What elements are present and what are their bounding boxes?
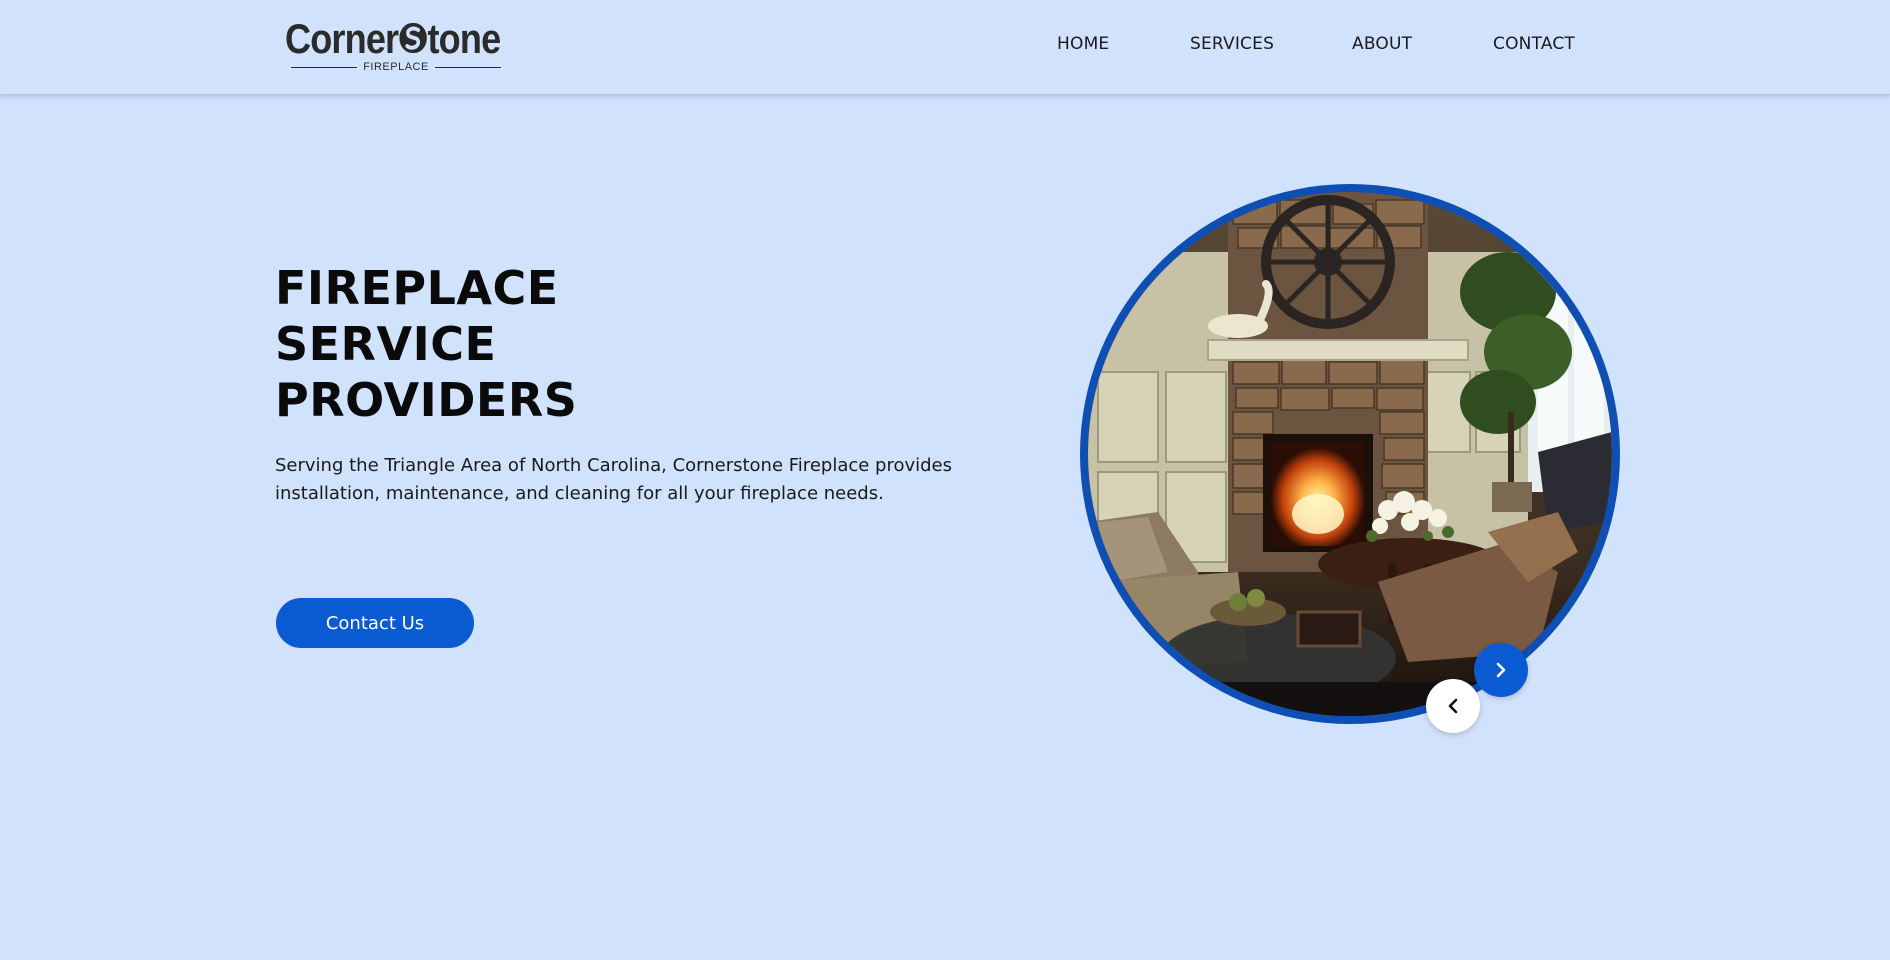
nav-about[interactable]: ABOUT — [1352, 34, 1493, 54]
fireplace-living-room-image — [1088, 192, 1612, 716]
logo-s-mark-icon — [399, 18, 427, 53]
logo-tagline: FIREPLACE — [291, 60, 502, 74]
image-carousel — [1080, 184, 1620, 724]
chevron-right-icon — [1496, 662, 1506, 678]
logo-name-right: tone — [427, 15, 502, 62]
carousel-prev-button[interactable] — [1426, 679, 1480, 733]
carousel-next-button[interactable] — [1474, 643, 1528, 697]
main-nav: HOME SERVICES ABOUT CONTACT — [1057, 34, 1575, 54]
logo-name-left: Corner — [285, 15, 399, 62]
nav-contact[interactable]: CONTACT — [1493, 34, 1575, 54]
logo-tagline-text: FIREPLACE — [363, 61, 429, 73]
hero-title: FIREPLACE SERVICE PROVIDERS — [275, 260, 577, 428]
hero-title-line-1: FIREPLACE — [275, 261, 559, 315]
logo-rule-left — [291, 66, 358, 68]
contact-us-button[interactable]: Contact Us — [276, 598, 474, 648]
site-header: Corner tone FIREPLACE HOME SERVICES ABOUT… — [0, 0, 1890, 95]
hero-title-line-3: PROVIDERS — [275, 373, 578, 427]
hero-description: Serving the Triangle Area of North Carol… — [275, 455, 953, 504]
logo-wordmark: Corner tone — [285, 15, 502, 62]
chevron-left-icon — [1448, 698, 1458, 714]
logo-rule-right — [434, 66, 502, 68]
hero-title-line-2: SERVICE — [275, 317, 497, 371]
brand-logo[interactable]: Corner tone FIREPLACE — [285, 16, 505, 74]
nav-services[interactable]: SERVICES — [1190, 34, 1352, 54]
nav-home[interactable]: HOME — [1057, 34, 1190, 54]
